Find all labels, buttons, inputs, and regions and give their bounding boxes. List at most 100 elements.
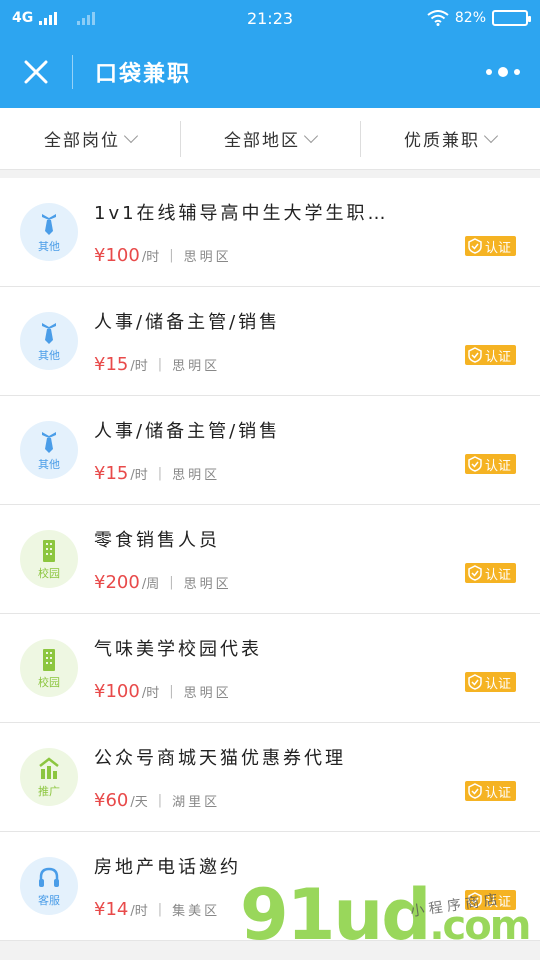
job-category-label: 推广 bbox=[38, 784, 60, 798]
building-icon bbox=[43, 648, 55, 671]
job-category-badge: 其他 bbox=[20, 203, 78, 261]
job-district: 思明区 bbox=[172, 358, 221, 374]
meta-separator: | bbox=[157, 356, 163, 372]
job-item[interactable]: 其他 人事/储备主管/销售 ¥15/时 | 思明区 认证 bbox=[0, 396, 540, 505]
job-price-unit: /天 bbox=[130, 794, 148, 810]
job-category-label: 校园 bbox=[38, 675, 60, 689]
filter-position[interactable]: 全部岗位 bbox=[0, 119, 180, 159]
filter-label: 优质兼职 bbox=[404, 131, 480, 151]
meta-separator: | bbox=[157, 901, 163, 917]
job-price-unit: /时 bbox=[141, 685, 160, 701]
job-price-unit: /时 bbox=[130, 467, 148, 483]
filter-region[interactable]: 全部地区 bbox=[180, 119, 360, 159]
job-category-badge: 校园 bbox=[20, 639, 78, 697]
signal-bars-icon bbox=[39, 11, 58, 25]
job-category-badge: 客服 bbox=[20, 857, 78, 915]
certified-badge: 认证 bbox=[464, 672, 516, 692]
more-dot-icon bbox=[498, 67, 508, 77]
job-category-badge: 推广 bbox=[20, 748, 78, 806]
signal-area: 4G bbox=[12, 10, 212, 26]
job-list: 其他 1v1在线辅导高中生大学生职… ¥100/时 | 思明区 认证 其他 人事… bbox=[0, 178, 540, 941]
shield-check-icon bbox=[468, 238, 482, 254]
job-price-unit: /时 bbox=[141, 249, 160, 265]
certified-badge: 认证 bbox=[464, 454, 516, 474]
certified-label: 认证 bbox=[484, 567, 511, 583]
more-dot-icon bbox=[514, 69, 520, 75]
meta-separator: | bbox=[157, 465, 163, 481]
signal-bars-secondary-icon bbox=[77, 11, 96, 25]
job-price: ¥15 bbox=[94, 353, 129, 375]
nav-bar: 口袋兼职 bbox=[0, 36, 540, 108]
status-right: 82% bbox=[427, 10, 531, 26]
job-district: 思明区 bbox=[183, 685, 232, 701]
job-price-unit: /时 bbox=[130, 358, 148, 374]
battery-percent: 82% bbox=[454, 10, 486, 26]
close-button[interactable] bbox=[0, 36, 72, 108]
chart-icon bbox=[39, 756, 59, 779]
filter-quality[interactable]: 优质兼职 bbox=[360, 119, 540, 159]
filter-label: 全部岗位 bbox=[44, 131, 120, 151]
status-bar: 4G 21:23 82% bbox=[0, 0, 540, 36]
close-icon bbox=[24, 60, 48, 84]
job-title: 气味美学校园代表 bbox=[94, 638, 262, 660]
job-category-badge: 校园 bbox=[20, 530, 78, 588]
job-price-unit: /时 bbox=[130, 903, 148, 919]
meta-separator: | bbox=[157, 792, 163, 808]
shield-check-icon bbox=[468, 565, 482, 581]
job-item[interactable]: 校园 气味美学校园代表 ¥100/时 | 思明区 认证 bbox=[0, 614, 540, 723]
chevron-down-icon bbox=[303, 128, 319, 143]
job-title: 1v1在线辅导高中生大学生职… bbox=[94, 202, 389, 224]
job-district: 思明区 bbox=[172, 467, 221, 483]
job-category-label: 其他 bbox=[38, 239, 60, 253]
certified-badge: 认证 bbox=[464, 345, 516, 365]
certified-label: 认证 bbox=[484, 240, 511, 256]
job-item[interactable]: 校园 零食销售人员 ¥200/周 | 思明区 认证 bbox=[0, 505, 540, 614]
tie-icon bbox=[42, 322, 56, 344]
shield-check-icon bbox=[468, 674, 482, 690]
building-icon bbox=[43, 539, 55, 562]
job-district: 思明区 bbox=[183, 249, 232, 265]
job-item[interactable]: 其他 1v1在线辅导高中生大学生职… ¥100/时 | 思明区 认证 bbox=[0, 178, 540, 287]
chevron-down-icon bbox=[483, 128, 499, 143]
more-dot-icon bbox=[486, 69, 492, 75]
shield-check-icon bbox=[468, 456, 482, 472]
job-item[interactable]: 推广 公众号商城天猫优惠券代理 ¥60/天 | 湖里区 认证 bbox=[0, 723, 540, 832]
watermark-brand: 91ud bbox=[240, 874, 431, 956]
job-category-label: 其他 bbox=[38, 457, 60, 471]
certified-badge: 认证 bbox=[464, 563, 516, 583]
meta-separator: | bbox=[169, 574, 174, 590]
job-category-label: 其他 bbox=[38, 348, 60, 362]
job-price-unit: /周 bbox=[141, 576, 160, 592]
job-price: ¥200 bbox=[94, 571, 140, 593]
job-title: 人事/储备主管/销售 bbox=[94, 420, 281, 442]
tie-icon bbox=[42, 213, 56, 235]
job-category-label: 校园 bbox=[38, 566, 60, 580]
job-item[interactable]: 其他 人事/储备主管/销售 ¥15/时 | 思明区 认证 bbox=[0, 287, 540, 396]
shield-check-icon bbox=[468, 347, 482, 363]
meta-separator: | bbox=[169, 247, 174, 263]
job-price: ¥15 bbox=[94, 462, 129, 484]
job-category-label: 客服 bbox=[38, 893, 60, 907]
wifi-icon bbox=[427, 10, 449, 26]
page-title: 口袋兼职 bbox=[95, 62, 192, 87]
battery-icon bbox=[492, 10, 531, 26]
job-title: 人事/储备主管/销售 bbox=[94, 311, 281, 333]
job-price: ¥100 bbox=[94, 244, 140, 266]
meta-separator: | bbox=[169, 683, 174, 699]
filter-label: 全部地区 bbox=[224, 131, 300, 151]
job-district: 集美区 bbox=[172, 903, 221, 919]
job-price: ¥60 bbox=[94, 789, 129, 811]
job-district: 湖里区 bbox=[172, 794, 221, 810]
job-title: 零食销售人员 bbox=[94, 529, 220, 551]
certified-label: 认证 bbox=[484, 676, 511, 692]
certified-label: 认证 bbox=[484, 458, 511, 474]
job-category-badge: 其他 bbox=[20, 421, 78, 479]
filter-bar: 全部岗位 全部地区 优质兼职 bbox=[0, 108, 540, 170]
more-options-button[interactable] bbox=[486, 36, 520, 108]
tie-icon bbox=[42, 431, 56, 453]
job-district: 思明区 bbox=[183, 576, 232, 592]
certified-label: 认证 bbox=[484, 349, 511, 365]
headset-icon bbox=[39, 867, 59, 887]
certified-label: 认证 bbox=[484, 785, 511, 801]
certified-badge: 认证 bbox=[464, 236, 516, 256]
